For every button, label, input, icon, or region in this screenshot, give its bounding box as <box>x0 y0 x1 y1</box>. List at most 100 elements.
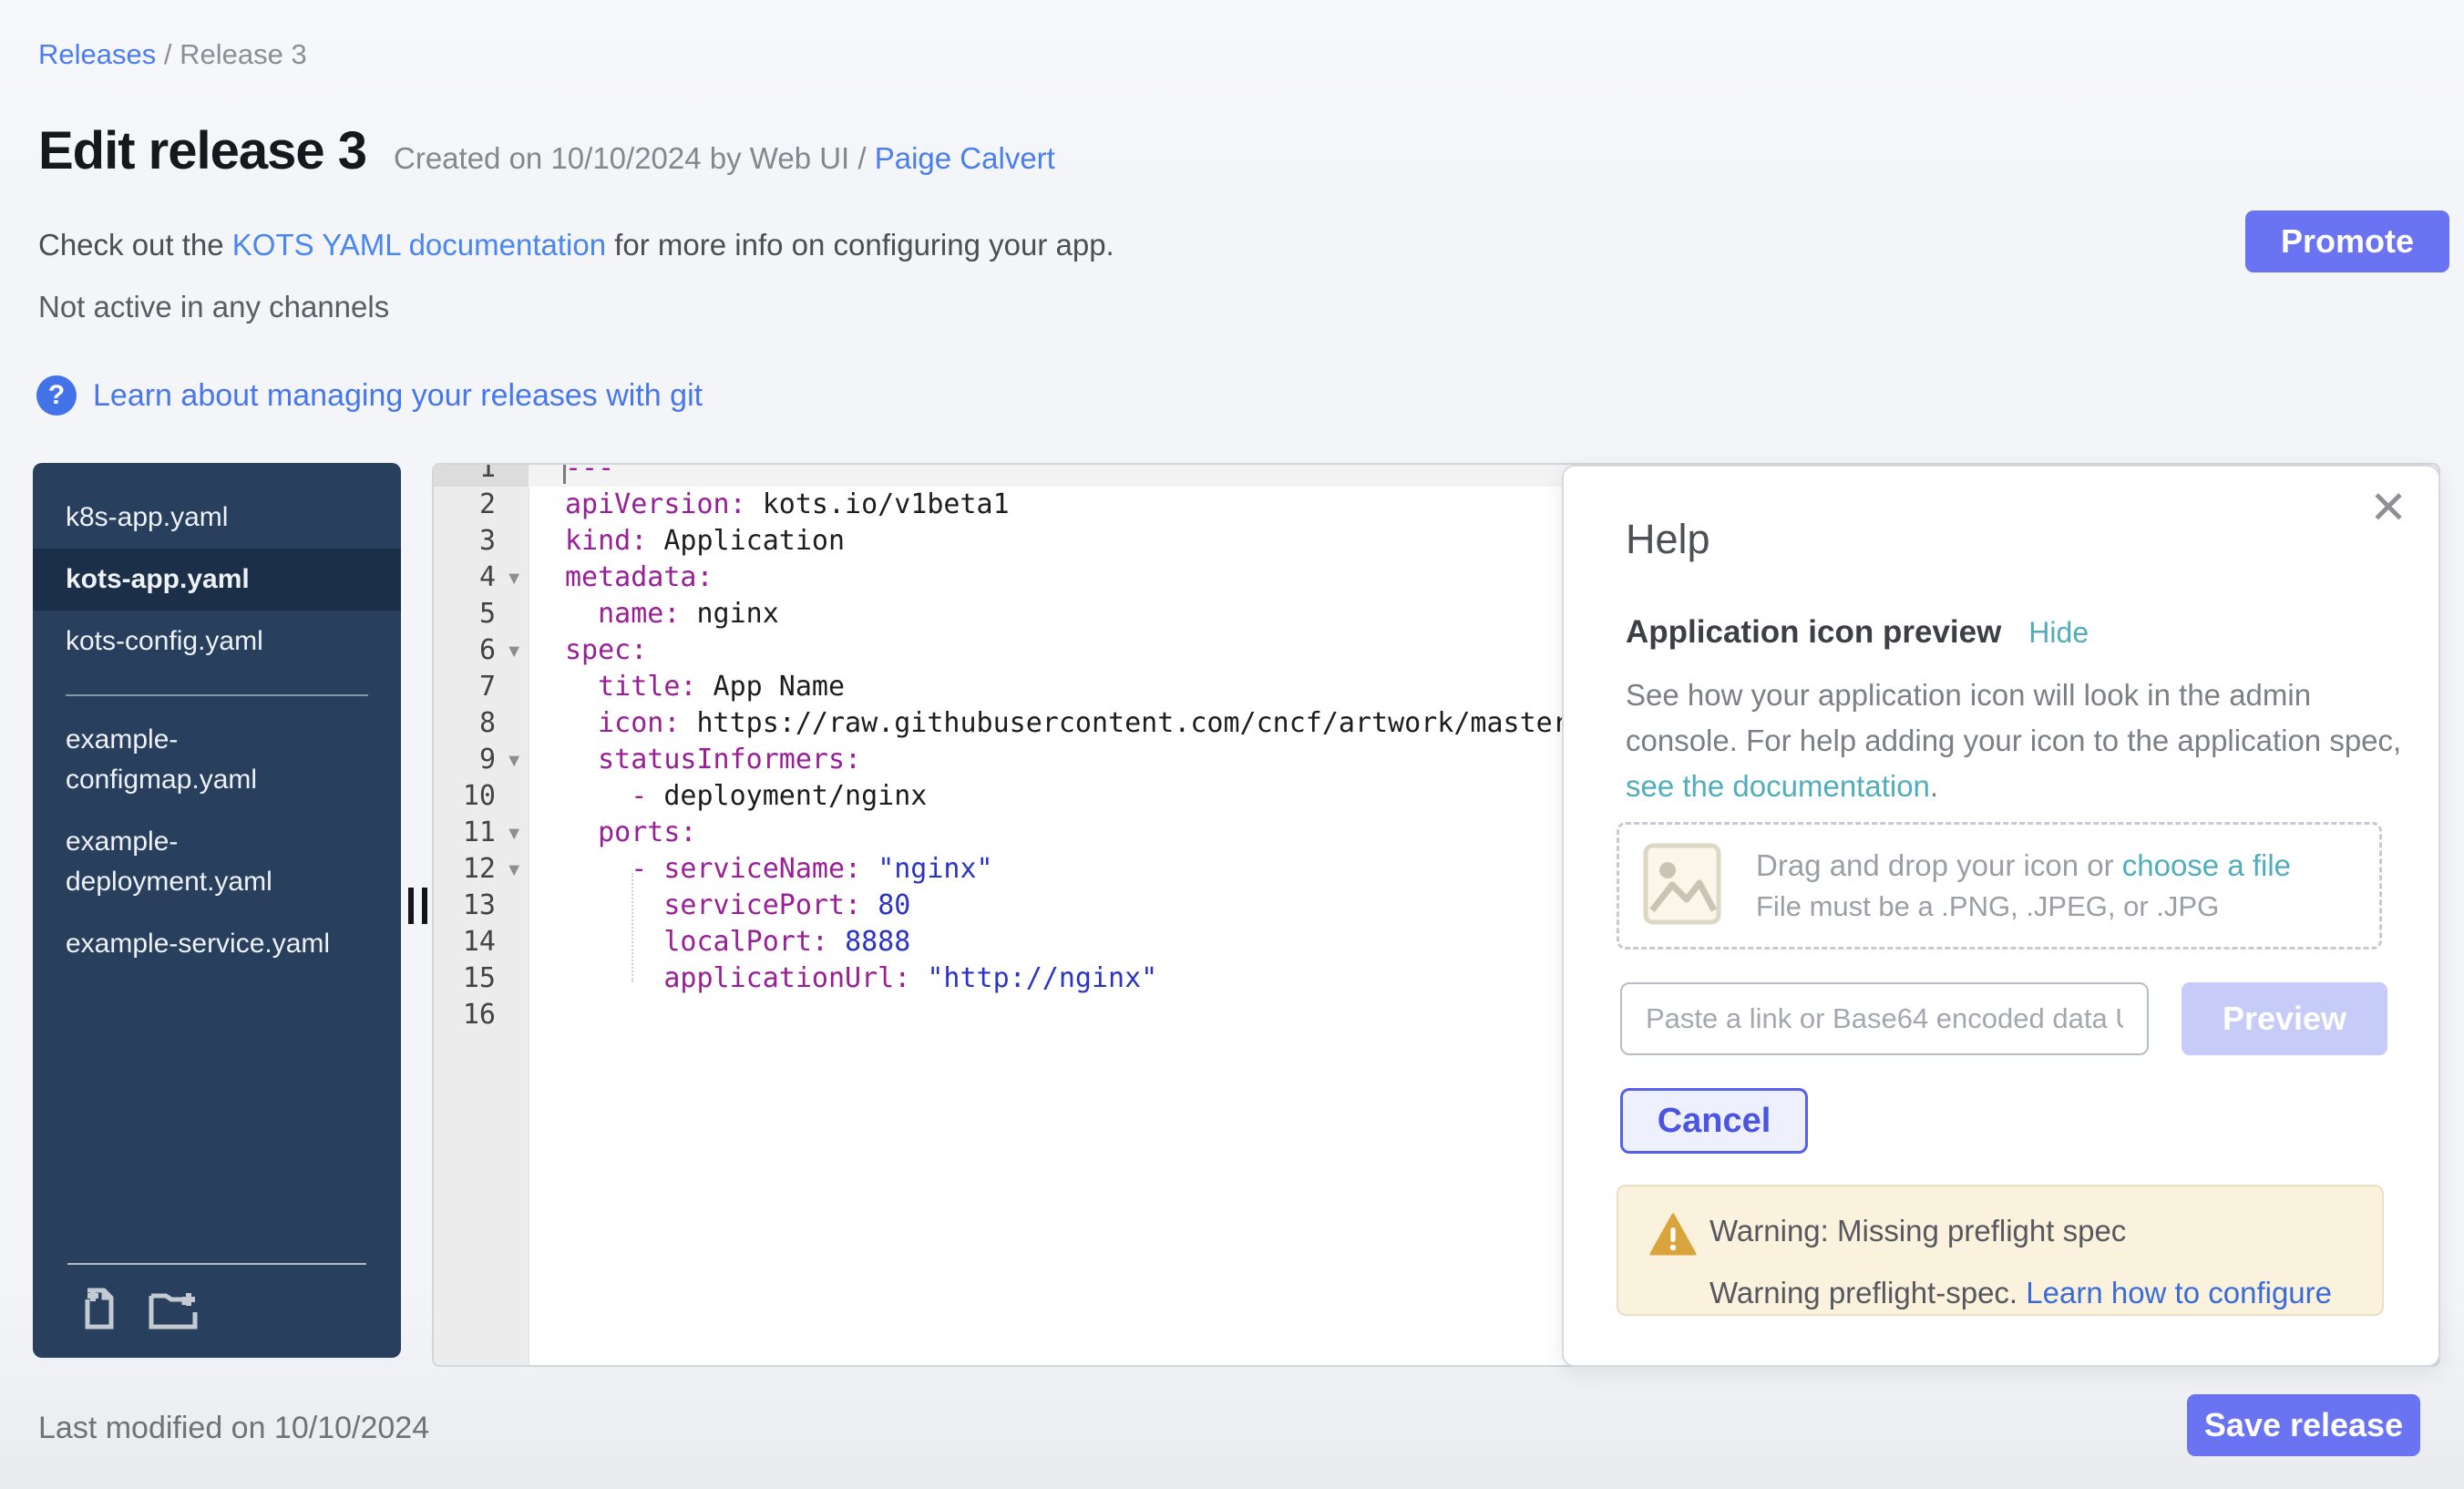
image-placeholder-icon <box>1643 843 1721 929</box>
gutter-cell[interactable]: 13 <box>434 888 529 924</box>
code-text[interactable]: --- <box>529 463 614 487</box>
fold-arrow-icon[interactable]: ▼ <box>505 852 523 888</box>
dropzone-subtext: File must be a .PNG, .JPEG, or .JPG <box>1756 890 2291 923</box>
file-sidebar: k8s-app.yamlkots-app.yamlkots-config.yam… <box>33 463 401 1358</box>
doc-prefix: Check out the <box>38 228 232 262</box>
sidebar-file-kots-app.yaml[interactable]: kots-app.yaml <box>33 549 401 611</box>
icon-dropzone[interactable]: Drag and drop your icon or choose a file… <box>1617 822 2382 950</box>
code-text[interactable]: icon: https://raw.githubusercontent.com/… <box>529 705 1586 742</box>
help-title: Help <box>1626 516 1710 563</box>
preflight-warning: Warning: Missing preflight spec Warning … <box>1617 1185 2384 1316</box>
sidebar-file-k8s-app.yaml[interactable]: k8s-app.yaml <box>33 487 401 549</box>
code-text[interactable]: localPort: 8888 <box>529 924 910 960</box>
code-text[interactable]: - serviceName: "nginx" <box>529 851 993 888</box>
gutter-cell[interactable]: 14 <box>434 924 529 960</box>
choose-file-link[interactable]: choose a file <box>2122 848 2291 882</box>
created-text: Created on 10/10/2024 by Web UI / <box>394 141 867 175</box>
hide-link[interactable]: Hide <box>2028 616 2089 650</box>
close-icon[interactable]: ✕ <box>2369 485 2408 530</box>
icon-link-row: Preview <box>1620 982 2387 1055</box>
text-cursor <box>563 463 566 484</box>
sidebar-file-example-service.yaml[interactable]: example-service.yaml <box>33 913 401 975</box>
help-description-line2: console. For help adding your icon to th… <box>1626 718 2401 764</box>
drag-handle[interactable] <box>408 888 432 924</box>
edit-release-page: { "colors":{ "accent":"#6a73f1","link_bl… <box>0 0 2464 1489</box>
file-list-bottom: example-configmap.yamlexample-deployment… <box>33 709 401 975</box>
page-title: Edit release 3 <box>38 120 366 181</box>
sidebar-file-example-deployment.yaml[interactable]: example-deployment.yaml <box>33 811 401 913</box>
last-modified-text: Last modified on 10/10/2024 <box>38 1411 429 1446</box>
code-text[interactable]: spec: <box>529 632 647 669</box>
sidebar-file-example-configmap.yaml[interactable]: example-configmap.yaml <box>33 709 401 811</box>
doc-line: Check out the KOTS YAML documentation fo… <box>38 228 1114 262</box>
channel-status: Not active in any channels <box>38 290 389 324</box>
code-text[interactable] <box>529 997 565 1033</box>
help-description-line1: See how your application icon will look … <box>1626 673 2401 718</box>
breadcrumb: Releases / Release 3 <box>38 38 307 71</box>
code-text[interactable]: title: App Name <box>529 669 845 705</box>
gutter-cell[interactable]: 8 <box>434 705 529 742</box>
warning-icon <box>1649 1212 1697 1262</box>
breadcrumb-current: Release 3 <box>180 38 307 70</box>
dropzone-text: Drag and drop your icon or choose a file… <box>1756 848 2291 923</box>
code-text[interactable]: - deployment/nginx <box>529 778 927 815</box>
file-list-top: k8s-app.yamlkots-app.yamlkots-config.yam… <box>33 463 401 673</box>
breadcrumb-releases-link[interactable]: Releases <box>38 38 156 70</box>
git-releases-link[interactable]: Learn about managing your releases with … <box>93 378 703 414</box>
code-text[interactable]: name: nginx <box>529 596 779 632</box>
created-info: Created on 10/10/2024 by Web UI / Paige … <box>394 141 1055 176</box>
add-folder-icon[interactable] <box>148 1287 199 1330</box>
code-text[interactable]: metadata: <box>529 560 714 596</box>
created-by-link[interactable]: Paige Calvert <box>875 141 1055 175</box>
code-text[interactable]: servicePort: 80 <box>529 888 910 924</box>
gutter-cell[interactable]: 1 <box>434 463 529 487</box>
gutter-cell[interactable]: 16 <box>434 997 529 1033</box>
warning-title: Warning: Missing preflight spec <box>1709 1214 2126 1248</box>
indent-guide <box>631 873 633 982</box>
question-icon: ? <box>36 375 77 416</box>
gutter-cell[interactable]: 12▼ <box>434 851 529 888</box>
gutter-cell[interactable]: 6▼ <box>434 632 529 669</box>
icon-preview-section: Application icon preview Hide <box>1626 614 2089 651</box>
gutter-cell[interactable]: 5 <box>434 596 529 632</box>
code-text[interactable]: kind: Application <box>529 523 845 560</box>
fold-arrow-icon[interactable]: ▼ <box>505 560 523 597</box>
add-file-icon[interactable] <box>78 1287 120 1330</box>
gutter-cell[interactable]: 9▼ <box>434 742 529 778</box>
help-description-line3: see the documentation. <box>1626 764 2401 809</box>
kots-yaml-doc-link[interactable]: KOTS YAML documentation <box>232 228 606 262</box>
help-panel: ✕ Help Application icon preview Hide See… <box>1562 465 2440 1367</box>
sidebar-file-kots-config.yaml[interactable]: kots-config.yaml <box>33 611 401 673</box>
see-documentation-link[interactable]: see the documentation <box>1626 769 1930 803</box>
code-text[interactable]: apiVersion: kots.io/v1beta1 <box>529 487 1010 523</box>
sidebar-divider <box>66 694 368 696</box>
fold-arrow-icon[interactable]: ▼ <box>505 743 523 779</box>
fold-arrow-icon[interactable]: ▼ <box>505 816 523 852</box>
promote-button[interactable]: Promote <box>2245 211 2449 272</box>
sidebar-footer-icons <box>33 1265 401 1358</box>
doc-suffix: for more info on configuring your app. <box>606 228 1114 262</box>
gutter-cell[interactable]: 7 <box>434 669 529 705</box>
gutter-cell[interactable]: 2 <box>434 487 529 523</box>
icon-link-input[interactable] <box>1620 982 2149 1055</box>
preview-button[interactable]: Preview <box>2182 982 2387 1055</box>
code-text[interactable]: applicationUrl: "http://nginx" <box>529 960 1157 997</box>
fold-arrow-icon[interactable]: ▼ <box>505 633 523 670</box>
gutter-cell[interactable]: 3 <box>434 523 529 560</box>
code-text[interactable]: statusInformers: <box>529 742 861 778</box>
help-description: See how your application icon will look … <box>1626 673 2401 809</box>
gutter-cell[interactable]: 10 <box>434 778 529 815</box>
git-help-row: ? Learn about managing your releases wit… <box>36 375 703 416</box>
gutter-cell[interactable]: 11▼ <box>434 815 529 851</box>
gutter-cell[interactable]: 15 <box>434 960 529 997</box>
title-row: Edit release 3 Created on 10/10/2024 by … <box>38 120 1055 181</box>
sidebar-footer <box>33 1263 401 1358</box>
gutter-cell[interactable]: 4▼ <box>434 560 529 596</box>
learn-configure-link[interactable]: Learn how to configure <box>2026 1276 2332 1309</box>
warning-body: Warning preflight-spec. Learn how to con… <box>1709 1276 2332 1310</box>
main-row: k8s-app.yamlkots-app.yamlkots-config.yam… <box>33 463 2440 1367</box>
code-text[interactable]: ports: <box>529 815 697 851</box>
breadcrumb-separator: / <box>164 38 180 70</box>
save-release-button[interactable]: Save release <box>2187 1394 2420 1456</box>
cancel-button[interactable]: Cancel <box>1620 1088 1808 1154</box>
